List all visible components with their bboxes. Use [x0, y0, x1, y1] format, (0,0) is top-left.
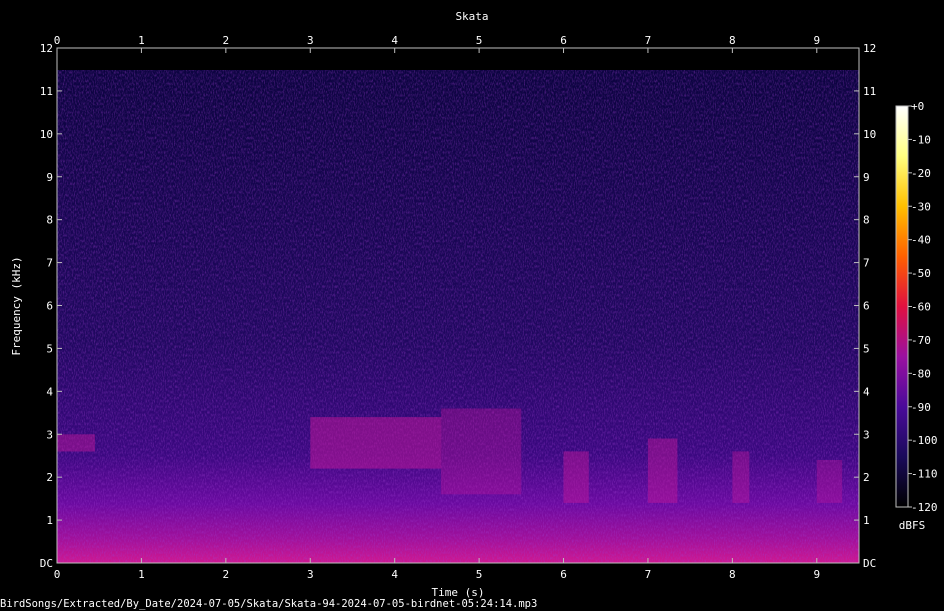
y-tick-label-right: 12	[863, 42, 876, 55]
colorbar-tick-label: -110	[911, 468, 938, 481]
colorbar-ticks: +0 -10 -20 -30 -40 -50 -60 -70 -80 -90 -100 -110 -12…	[908, 100, 938, 514]
y-tick-label-left: DC	[40, 557, 53, 570]
y-tick-label-left: 2	[46, 471, 53, 484]
x-tick-label-top: 2	[223, 34, 230, 47]
chart-title: Skata	[455, 10, 488, 23]
spectrogram-feature	[816, 460, 843, 503]
y-tick-label-right: 9	[863, 171, 870, 184]
y-tick-label-right: 1	[863, 514, 870, 527]
x-tick-label-bottom: 0	[54, 568, 61, 581]
spectrogram-feature	[563, 451, 589, 503]
x-tick-label-bottom: 2	[223, 568, 230, 581]
x-tick-label-bottom: 1	[138, 568, 145, 581]
y-tick-label-left: 1	[46, 514, 53, 527]
x-tick-label-top: 6	[560, 34, 567, 47]
x-tick-label-top: 0	[54, 34, 61, 47]
x-tick-label-top: 3	[307, 34, 314, 47]
colorbar-tick-label: -120	[911, 501, 938, 514]
x-tick-label-bottom: 3	[307, 568, 314, 581]
y-tick-label-right: 2	[863, 471, 870, 484]
y-axis-label: Frequency (kHz)	[10, 256, 23, 355]
x-tick-label-bottom: 9	[813, 568, 820, 581]
plot-area	[56, 47, 860, 564]
x-tick-label-top: 1	[138, 34, 145, 47]
x-tick-label-top: 7	[645, 34, 652, 47]
x-tick-label-top: 8	[729, 34, 736, 47]
colorbar-tick-label: -10	[911, 133, 931, 146]
spectrogram-feature	[441, 408, 522, 495]
x-tick-label-bottom: 7	[645, 568, 652, 581]
x-tick-label-top: 5	[476, 34, 483, 47]
colorbar-tick-label: -60	[911, 301, 931, 314]
colorbar-tick-label: -100	[911, 434, 938, 447]
x-tick-label-bottom: 5	[476, 568, 483, 581]
spectrogram-feature	[57, 434, 95, 452]
spectrogram-feature	[310, 417, 442, 469]
y-tick-label-right: 6	[863, 300, 870, 313]
spectrogram-chart: Skata 00112233445566778899DC DC1 12 23 34 45 5…	[0, 10, 938, 610]
colorbar-tick-label: +0	[911, 100, 924, 113]
y-tick-label-left: 11	[40, 85, 53, 98]
colorbar: +0 -10 -20 -30 -40 -50 -60 -70 -80 -90 -100 -110 -12…	[895, 100, 938, 532]
y-tick-label-left: 12	[40, 42, 53, 55]
x-tick-label-top: 9	[813, 34, 820, 47]
y-tick-label-right: 3	[863, 428, 870, 441]
colorbar-tick-label: -70	[911, 334, 931, 347]
y-tick-label-left: 6	[46, 300, 53, 313]
y-tick-label-right: 8	[863, 214, 870, 227]
y-tick-label-left: 3	[46, 428, 53, 441]
colorbar-tick-label: -50	[911, 267, 931, 280]
y-tick-label-right: DC	[863, 557, 876, 570]
y-tick-label-left: 7	[46, 257, 53, 270]
y-tick-label-right: 4	[863, 385, 870, 398]
y-tick-label-right: 11	[863, 85, 876, 98]
y-tick-label-left: 8	[46, 214, 53, 227]
y-tick-label-left: 5	[46, 342, 53, 355]
y-tick-label-right: 10	[863, 128, 876, 141]
colorbar-label: dBFS	[899, 519, 926, 532]
x-tick-label-top: 4	[391, 34, 398, 47]
colorbar-tick-label: -90	[911, 401, 931, 414]
spectrogram-feature	[732, 451, 750, 503]
y-tick-label-left: 10	[40, 128, 53, 141]
y-tick-label-left: 9	[46, 171, 53, 184]
x-tick-label-bottom: 4	[391, 568, 398, 581]
footer-filename: BirdSongs/Extracted/By_Date/2024-07-05/S…	[0, 598, 537, 610]
spectrogram-feature	[647, 438, 678, 503]
x-tick-label-bottom: 8	[729, 568, 736, 581]
colorbar-tick-label: -40	[911, 234, 931, 247]
colorbar-tick-label: -30	[911, 200, 931, 213]
y-tick-label-right: 5	[863, 342, 870, 355]
y-tick-label-right: 7	[863, 257, 870, 270]
y-tick-label-left: 4	[46, 385, 53, 398]
colorbar-gradient	[895, 105, 909, 508]
colorbar-tick-label: -80	[911, 367, 931, 380]
x-tick-label-bottom: 6	[560, 568, 567, 581]
colorbar-tick-label: -20	[911, 167, 931, 180]
